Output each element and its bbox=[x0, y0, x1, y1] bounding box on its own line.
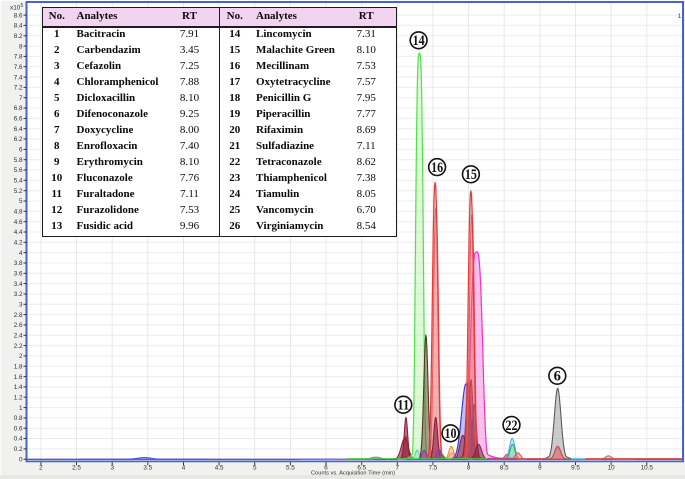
svg-text:8.2: 8.2 bbox=[14, 33, 23, 40]
svg-text:8.4: 8.4 bbox=[14, 23, 23, 30]
svg-text:8.5: 8.5 bbox=[500, 465, 509, 472]
svg-text:5: 5 bbox=[21, 3, 24, 9]
svg-text:4: 4 bbox=[182, 465, 186, 472]
svg-text:5.5: 5.5 bbox=[286, 465, 295, 472]
svg-text:3.8: 3.8 bbox=[14, 260, 23, 267]
svg-text:1: 1 bbox=[19, 405, 23, 412]
svg-text:0: 0 bbox=[19, 456, 23, 463]
svg-text:0.6: 0.6 bbox=[14, 425, 23, 432]
svg-text:16: 16 bbox=[431, 160, 443, 176]
svg-text:6.2: 6.2 bbox=[14, 136, 23, 143]
svg-text:3.2: 3.2 bbox=[14, 291, 23, 298]
svg-text:9.5: 9.5 bbox=[571, 465, 580, 472]
svg-text:5.8: 5.8 bbox=[14, 157, 23, 164]
svg-text:4.5: 4.5 bbox=[215, 465, 224, 472]
svg-text:1.2: 1.2 bbox=[14, 394, 23, 401]
svg-text:7: 7 bbox=[19, 95, 23, 102]
svg-text:x10: x10 bbox=[10, 5, 21, 12]
svg-text:11: 11 bbox=[397, 398, 409, 414]
svg-text:3.4: 3.4 bbox=[14, 281, 23, 288]
svg-text:2.5: 2.5 bbox=[72, 465, 81, 472]
svg-text:7.5: 7.5 bbox=[429, 465, 438, 472]
svg-text:Counts vs. Acquisition Time (m: Counts vs. Acquisition Time (min) bbox=[311, 471, 395, 477]
svg-text:8.6: 8.6 bbox=[14, 12, 23, 19]
svg-text:3.6: 3.6 bbox=[14, 271, 23, 278]
svg-text:14: 14 bbox=[413, 33, 425, 49]
svg-text:6.8: 6.8 bbox=[14, 105, 23, 112]
svg-text:0.2: 0.2 bbox=[14, 446, 23, 453]
svg-text:5: 5 bbox=[19, 198, 23, 205]
svg-text:7.2: 7.2 bbox=[14, 85, 23, 92]
svg-text:4.6: 4.6 bbox=[14, 219, 23, 226]
svg-text:15: 15 bbox=[465, 167, 477, 183]
svg-text:5: 5 bbox=[253, 465, 257, 472]
svg-text:10.5: 10.5 bbox=[641, 465, 654, 472]
svg-text:22: 22 bbox=[506, 418, 518, 434]
svg-text:3: 3 bbox=[19, 302, 23, 309]
svg-text:0.4: 0.4 bbox=[14, 436, 23, 443]
svg-text:1: 1 bbox=[678, 13, 682, 20]
svg-text:2: 2 bbox=[19, 353, 23, 360]
svg-text:6: 6 bbox=[554, 369, 561, 385]
svg-text:7.4: 7.4 bbox=[14, 74, 23, 81]
svg-text:3.5: 3.5 bbox=[143, 465, 152, 472]
svg-text:3: 3 bbox=[110, 465, 114, 472]
svg-text:10: 10 bbox=[445, 426, 457, 442]
svg-text:2: 2 bbox=[39, 465, 43, 472]
svg-text:9: 9 bbox=[538, 465, 542, 472]
svg-text:10: 10 bbox=[608, 465, 616, 472]
svg-text:4: 4 bbox=[19, 250, 23, 257]
svg-text:7.6: 7.6 bbox=[14, 64, 23, 71]
svg-text:6.6: 6.6 bbox=[14, 116, 23, 123]
svg-text:4.8: 4.8 bbox=[14, 209, 23, 216]
svg-text:7: 7 bbox=[396, 465, 400, 472]
svg-text:6: 6 bbox=[19, 147, 23, 154]
svg-text:2.6: 2.6 bbox=[14, 322, 23, 329]
svg-text:1.6: 1.6 bbox=[14, 374, 23, 381]
svg-text:5.4: 5.4 bbox=[14, 178, 23, 185]
svg-text:8: 8 bbox=[467, 465, 471, 472]
svg-text:5.2: 5.2 bbox=[14, 188, 23, 195]
svg-text:0.8: 0.8 bbox=[14, 415, 23, 422]
svg-text:6.4: 6.4 bbox=[14, 126, 23, 133]
svg-text:2.2: 2.2 bbox=[14, 343, 23, 350]
svg-text:4.2: 4.2 bbox=[14, 240, 23, 247]
svg-text:2.8: 2.8 bbox=[14, 312, 23, 319]
svg-text:4.4: 4.4 bbox=[14, 229, 23, 236]
svg-text:5.6: 5.6 bbox=[14, 167, 23, 174]
svg-text:7.8: 7.8 bbox=[14, 54, 23, 61]
svg-text:8: 8 bbox=[19, 43, 23, 50]
svg-text:2.4: 2.4 bbox=[14, 333, 23, 340]
svg-text:1.8: 1.8 bbox=[14, 363, 23, 370]
svg-text:1.4: 1.4 bbox=[14, 384, 23, 391]
